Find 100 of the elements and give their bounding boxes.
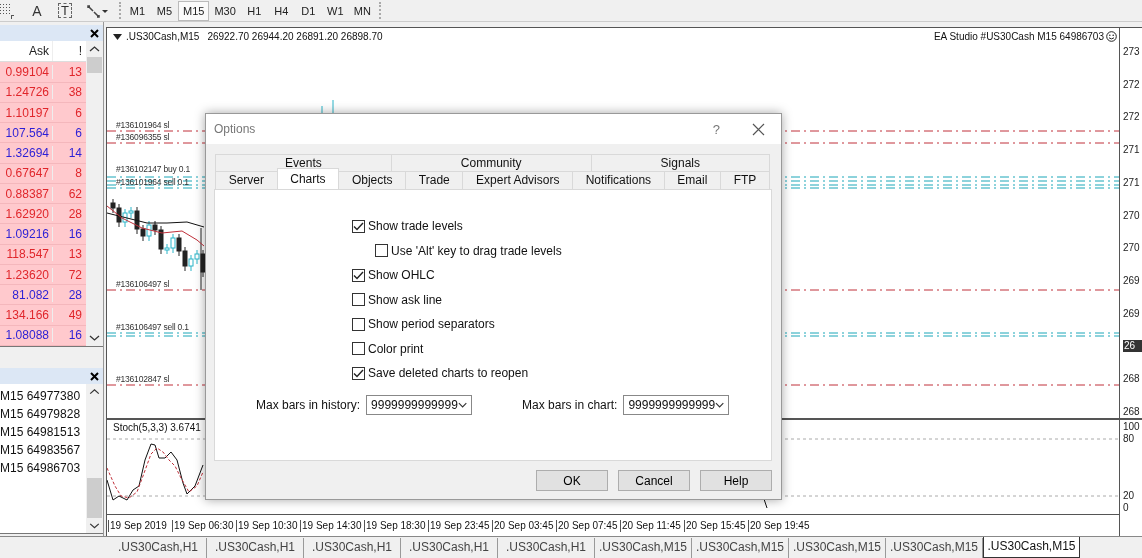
table-cell-text: 107.564: [4, 125, 50, 140]
table-cell-text: 118.547: [5, 247, 50, 262]
timeframe-button[interactable]: M1: [124, 0, 151, 21]
checkbox[interactable]: [352, 219, 365, 233]
chart-tab[interactable]: .US30Cash,M15: [789, 538, 886, 558]
table-cell-text: 0.67647: [4, 166, 50, 181]
tab[interactable]: Community: [390, 154, 592, 171]
help-button[interactable]: ?: [712, 121, 720, 137]
text-label-tool-button[interactable]: T: [58, 3, 72, 18]
chart-tab[interactable]: .US30Cash,M15: [692, 538, 789, 558]
timeframe-button[interactable]: D1: [294, 0, 322, 21]
timeframe-button[interactable]: W1: [321, 0, 349, 21]
scrollbar[interactable]: [86, 41, 103, 346]
trade-level-label: #136096355 sl: [116, 132, 170, 143]
time-label: 19 Sep 06:30: [172, 519, 236, 532]
tab[interactable]: Objects: [338, 171, 407, 189]
time-label: 20 Sep 03:45: [492, 519, 556, 532]
tab[interactable]: Server: [215, 171, 278, 189]
table-cell-text: 1.08088: [4, 328, 50, 343]
timeframe-button[interactable]: M5: [151, 0, 178, 21]
navigator-item[interactable]: M15 64983567: [0, 441, 86, 459]
tab[interactable]: Events: [215, 154, 392, 171]
column-header[interactable]: Ask: [0, 41, 52, 62]
tab[interactable]: Expert Advisors: [462, 171, 574, 189]
dropdown[interactable]: 9999999999999: [366, 394, 473, 415]
price-label: 273: [1123, 46, 1141, 58]
navigator-item[interactable]: M15 64986703: [0, 459, 86, 477]
timeframe-button[interactable]: H4: [267, 0, 295, 21]
arrows-icon[interactable]: [86, 2, 108, 19]
timeframe-button[interactable]: MN: [348, 0, 376, 21]
tab[interactable]: FTP: [720, 171, 770, 189]
chart-tab[interactable]: .US30Cash,M15: [983, 537, 1080, 558]
checkbox[interactable]: [352, 317, 365, 331]
checkbox-label: Show ask line: [368, 292, 443, 307]
time-label: 19 Sep 18:30: [364, 519, 428, 532]
chart-symbol: .US30Cash,M15: [126, 31, 200, 42]
checkbox[interactable]: [352, 293, 365, 307]
ohlc-values: 26922.70 26944.20 26891.20 26898.70: [207, 31, 383, 42]
chart-tab[interactable]: .US30Cash,H1: [304, 538, 401, 558]
checkbox[interactable]: [352, 268, 365, 282]
chevron-down-icon[interactable]: [87, 333, 102, 343]
candle-wick: [332, 99, 334, 114]
timeframe-button[interactable]: M15: [178, 0, 210, 21]
chart-tab[interactable]: .US30Cash,H1: [207, 538, 304, 558]
price-label: 268: [1123, 405, 1141, 418]
trade-level-label: #136101964 sell 0.1: [116, 177, 189, 188]
trade-level-label: #136101964 sl: [116, 120, 170, 131]
table-cell-text: 1.10197: [4, 105, 50, 120]
checkbox[interactable]: [352, 342, 365, 356]
field-label: Max bars in chart:: [522, 397, 618, 412]
scrollbar[interactable]: [86, 384, 103, 533]
scrollbar-thumb[interactable]: [87, 477, 102, 518]
price-label: 271: [1123, 144, 1141, 157]
chart-tab[interactable]: .US30Cash,H1: [498, 538, 595, 558]
indicator-label: Stoch(5,3,3) 3.6741: [113, 422, 201, 433]
checkbox-label: Show period separators: [368, 317, 495, 332]
caret-icon: [715, 401, 725, 408]
price-label: 271: [1123, 176, 1141, 189]
price-label: 270: [1123, 209, 1141, 222]
price-label: 268: [1123, 373, 1141, 386]
current-price-label: 26: [1123, 340, 1142, 353]
table-cell-text: 1.09216: [4, 227, 50, 242]
scrollbar-thumb[interactable]: [87, 57, 102, 73]
checkbox[interactable]: [375, 244, 388, 258]
trade-level-label: #136102147 buy 0.1: [116, 164, 190, 175]
navigator-item[interactable]: M15 64977380: [0, 387, 86, 405]
candle-wick: [321, 105, 323, 114]
chart-tab[interactable]: .US30Cash,H1: [110, 538, 207, 558]
checkbox-label: Use 'Alt' key to drag trade levels: [391, 243, 562, 258]
dialog-button[interactable]: Help: [700, 470, 772, 491]
chart-tab[interactable]: .US30Cash,M15: [595, 538, 692, 558]
chart-tab[interactable]: .US30Cash,H1: [401, 538, 498, 558]
close-icon[interactable]: [90, 28, 99, 38]
time-label: 20 Sep 15:45: [684, 519, 748, 532]
expert-advisor-label: EA Studio #US30Cash M15 64986703: [933, 31, 1104, 42]
chevron-up-icon[interactable]: [87, 44, 102, 54]
indicator-scale-label: 80: [1123, 433, 1136, 445]
trade-level-label: #136102847 sl: [116, 374, 170, 385]
checkbox-label: Show OHLC: [368, 268, 435, 283]
checkbox-label: Show trade levels: [368, 219, 463, 234]
price-label: 270: [1123, 242, 1141, 255]
trade-level-label: #136106497 sl: [116, 279, 170, 290]
checkbox[interactable]: [352, 366, 365, 380]
dropdown[interactable]: 9999999999999: [623, 394, 730, 415]
chevron-up-icon[interactable]: [87, 387, 102, 397]
close-icon[interactable]: [752, 122, 765, 136]
tab[interactable]: Charts: [276, 168, 340, 189]
navigator-item[interactable]: M15 64979828: [0, 405, 86, 423]
dialog-button[interactable]: Cancel: [618, 470, 690, 491]
tab[interactable]: Signals: [590, 154, 770, 171]
timeframe-button[interactable]: H1: [240, 0, 268, 21]
table-cell-text: 1.23620: [4, 267, 50, 282]
dialog-button[interactable]: OK: [536, 470, 608, 491]
navigator-item[interactable]: M15 64981513: [0, 423, 86, 441]
time-label: 20 Sep 07:45: [556, 519, 620, 532]
dropdown-triangle-icon[interactable]: [113, 33, 122, 40]
text-tool-button[interactable]: A: [30, 2, 44, 19]
time-label: 19 Sep 14:30: [300, 519, 364, 532]
timeframe-button[interactable]: M30: [209, 0, 241, 21]
close-icon[interactable]: [90, 371, 99, 381]
